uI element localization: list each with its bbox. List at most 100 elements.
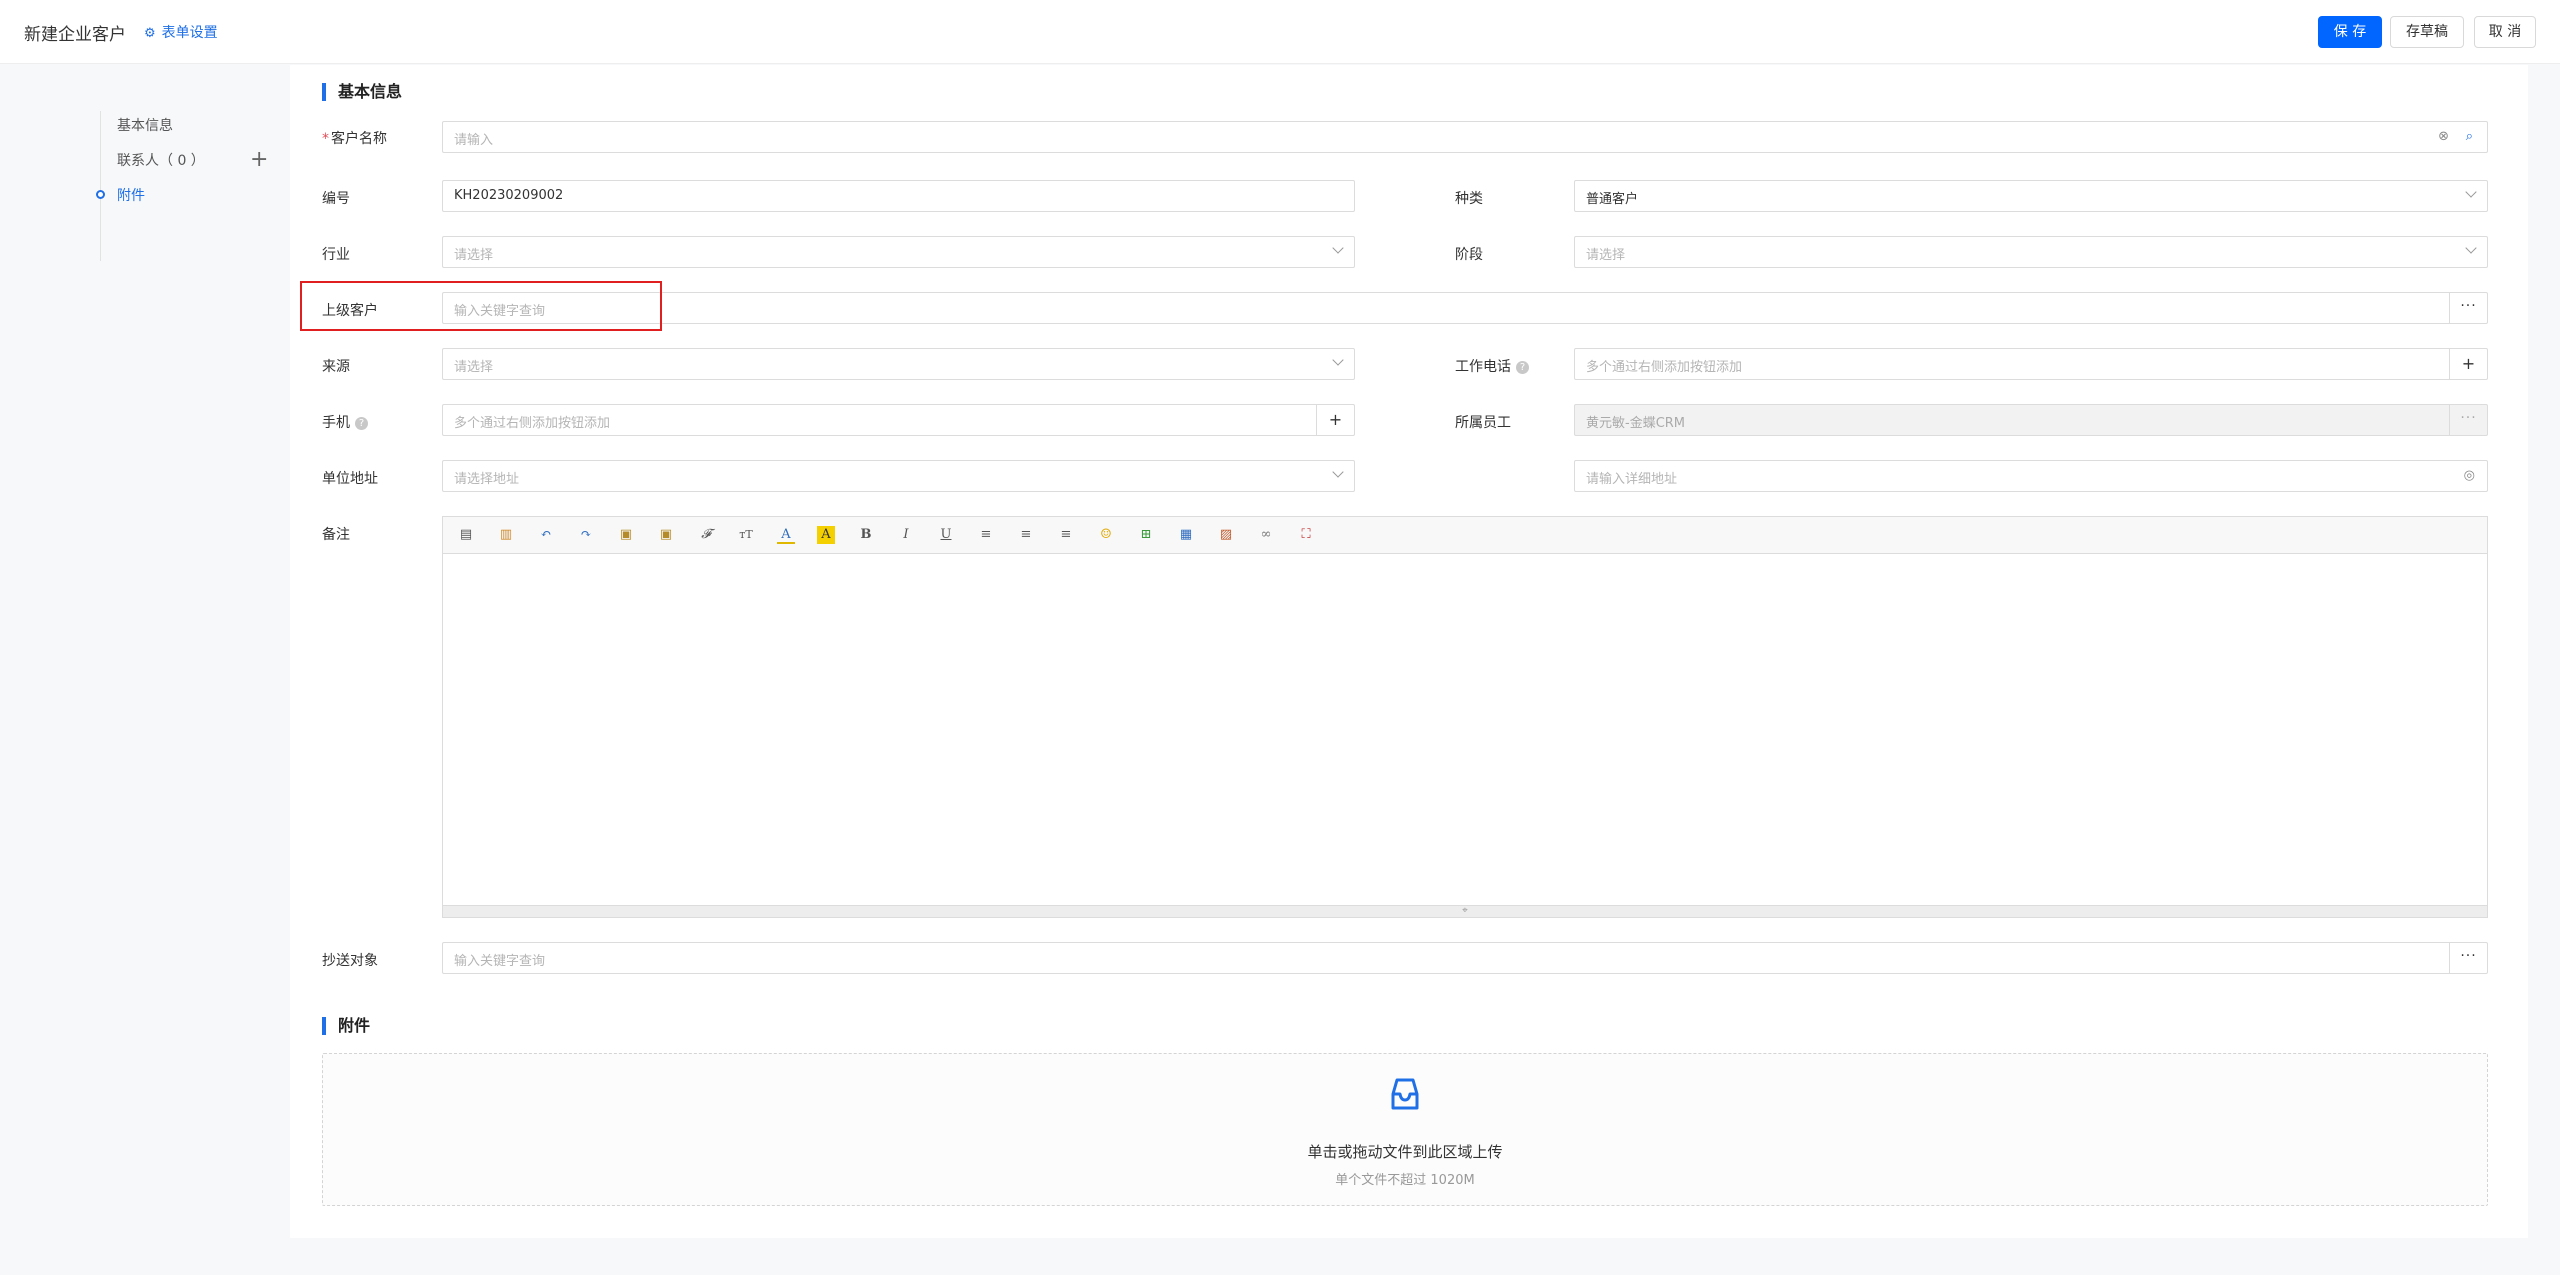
category-label: 种类 [1455, 191, 1483, 207]
add-icon[interactable]: + [2449, 349, 2487, 379]
address-label: 单位地址 [322, 471, 378, 487]
number-label: 编号 [322, 191, 350, 207]
category-select[interactable]: 普通客户 [1574, 180, 2488, 212]
employee-input[interactable]: 黄元敏-金蝶CRM ··· [1574, 404, 2488, 436]
employee-label: 所属员工 [1455, 415, 1511, 431]
nav-item-attachments[interactable]: 附件 [117, 185, 145, 205]
align-left-icon[interactable]: ≡ [977, 526, 995, 544]
upload-dropzone[interactable]: 单击或拖动文件到此区域上传 单个文件不超过 1020M [322, 1053, 2488, 1206]
underline-icon[interactable]: U [937, 526, 955, 544]
work-phone-input[interactable]: 多个通过右侧添加按钮添加 + [1574, 348, 2488, 380]
bold-icon[interactable]: B [857, 526, 875, 544]
highlight-box [300, 281, 662, 331]
undo-icon[interactable]: ↶ [537, 526, 555, 544]
cancel-button[interactable]: 取 消 [2474, 16, 2536, 48]
source-select[interactable]: 请选择 [442, 348, 1355, 380]
help-icon[interactable]: ? [355, 417, 368, 430]
customer-name-label-text: 客户名称 [331, 131, 387, 147]
parent-customer-input[interactable]: 输入关键字查询 ··· [442, 292, 2488, 324]
top-header: 新建企业客户 ⚙ 表单设置 保 存 存草稿 取 消 [0, 0, 2560, 64]
link-icon[interactable]: ∞ [1257, 526, 1275, 544]
italic-icon[interactable]: I [897, 526, 915, 544]
insert-row-icon[interactable]: ⊞ [1137, 526, 1155, 544]
rich-text-editor[interactable]: ▤ ▥ ↶ ↷ ▣ ▣ 𝓕 тT A A B I U ≡ ≡ ≡ ☺ ⊞ ▦ ▨… [442, 516, 2488, 918]
gear-icon: ⚙ [144, 26, 156, 41]
required-mark: * [322, 131, 329, 147]
image-icon[interactable]: ▨ [1217, 526, 1235, 544]
fullscreen-icon[interactable]: ⛶ [1297, 526, 1315, 544]
stage-placeholder: 请选择 [1586, 248, 1626, 263]
more-icon[interactable]: ··· [2449, 405, 2487, 435]
editor-toolbar: ▤ ▥ ↶ ↷ ▣ ▣ 𝓕 тT A A B I U ≡ ≡ ≡ ☺ ⊞ ▦ ▨… [443, 517, 2487, 554]
upload-hint: 单个文件不超过 1020M [1335, 1173, 1475, 1188]
category-value: 普通客户 [1586, 192, 1639, 207]
remark-label: 备注 [322, 527, 350, 543]
emoji-icon[interactable]: ☺ [1097, 526, 1115, 544]
number-input[interactable]: KH20230209002 [442, 180, 1355, 212]
employee-value: 黄元敏-金蝶CRM [1586, 416, 1686, 431]
search-icon[interactable]: ⌕ [2466, 129, 2473, 144]
address-placeholder: 请选择地址 [454, 472, 520, 487]
customer-name-label: * 客户名称 [322, 128, 387, 148]
preview-icon[interactable]: ▥ [497, 526, 515, 544]
customer-name-input[interactable]: 请输入 ⊗ ⌕ [442, 121, 2488, 153]
section-title-attachments: 附件 [322, 1017, 370, 1035]
more-icon[interactable]: ··· [2449, 943, 2487, 973]
font-family-icon[interactable]: 𝓕 [697, 526, 715, 544]
paste-text-icon[interactable]: ▣ [657, 526, 675, 544]
number-value: KH20230209002 [454, 188, 564, 203]
page-title: 新建企业客户 [24, 25, 126, 45]
section-title-basic: 基本信息 [322, 83, 402, 101]
highlight-color-icon[interactable]: A [817, 526, 835, 544]
cc-label: 抄送对象 [322, 953, 378, 969]
redo-icon[interactable]: ↷ [577, 526, 595, 544]
mobile-input[interactable]: 多个通过右侧添加按钮添加 + [442, 404, 1355, 436]
chevron-down-icon [2465, 186, 2477, 198]
work-phone-label-text: 工作电话 [1455, 359, 1511, 375]
industry-label: 行业 [322, 247, 350, 263]
chevron-down-icon [1332, 466, 1344, 478]
editor-resize-handle[interactable]: ⌖ [443, 905, 2487, 917]
customer-name-placeholder: 请输入 [454, 133, 494, 148]
font-size-icon[interactable]: тT [737, 526, 755, 544]
paste-icon[interactable]: ▣ [617, 526, 635, 544]
work-phone-placeholder: 多个通过右侧添加按钮添加 [1586, 360, 1743, 375]
save-button[interactable]: 保 存 [2318, 16, 2382, 48]
nav-item-basic-info[interactable]: 基本信息 [117, 115, 173, 135]
industry-placeholder: 请选择 [454, 248, 494, 263]
form-settings-link[interactable]: ⚙ 表单设置 [144, 22, 218, 42]
save-draft-button[interactable]: 存草稿 [2390, 16, 2464, 48]
nav-item-contacts[interactable]: 联系人（ 0 ） [117, 150, 205, 170]
stage-label: 阶段 [1455, 247, 1483, 263]
upload-title: 单击或拖动文件到此区域上传 [1307, 1143, 1503, 1161]
source-code-icon[interactable]: ▤ [457, 526, 475, 544]
chevron-down-icon [2465, 242, 2477, 254]
mobile-placeholder: 多个通过右侧添加按钮添加 [454, 416, 611, 431]
table-icon[interactable]: ▦ [1177, 526, 1195, 544]
address-detail-input[interactable]: 请输入详细地址 ◎ [1574, 460, 2488, 492]
more-icon[interactable]: ··· [2449, 293, 2487, 323]
inbox-icon [1385, 1074, 1425, 1118]
add-icon[interactable]: + [1316, 405, 1354, 435]
source-label: 来源 [322, 359, 350, 375]
stage-select[interactable]: 请选择 [1574, 236, 2488, 268]
chevron-down-icon [1332, 242, 1344, 254]
clear-icon[interactable]: ⊗ [2438, 129, 2449, 144]
industry-select[interactable]: 请选择 [442, 236, 1355, 268]
align-center-icon[interactable]: ≡ [1017, 526, 1035, 544]
nav-active-dot [96, 190, 105, 199]
help-icon[interactable]: ? [1516, 361, 1529, 374]
cc-input[interactable]: 输入关键字查询 ··· [442, 942, 2488, 974]
add-contact-icon[interactable]: + [250, 149, 268, 171]
work-phone-label: 工作电话? [1455, 356, 1529, 376]
align-right-icon[interactable]: ≡ [1057, 526, 1075, 544]
chevron-down-icon [1332, 354, 1344, 366]
anchor-nav: 基本信息 联系人（ 0 ） + 附件 [0, 65, 288, 1275]
source-placeholder: 请选择 [454, 360, 494, 375]
font-color-icon[interactable]: A [777, 526, 795, 544]
nav-line [100, 111, 101, 261]
mobile-label: 手机? [322, 412, 368, 432]
address-select[interactable]: 请选择地址 [442, 460, 1355, 492]
location-icon[interactable]: ◎ [2464, 468, 2475, 483]
cc-placeholder: 输入关键字查询 [454, 954, 546, 969]
